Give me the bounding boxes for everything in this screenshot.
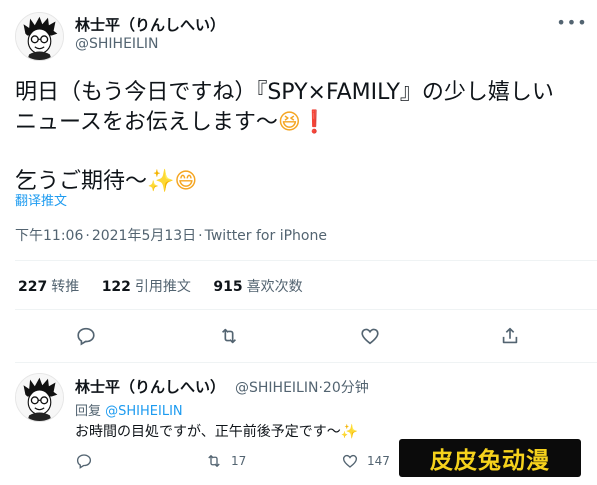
translate-tweet-link[interactable]: 翻译推文 [15, 190, 67, 209]
author-display-name[interactable]: 林士平（りんしへい） [75, 14, 225, 35]
reply-icon [77, 327, 95, 346]
reply-mention-link[interactable]: @SHIHEILIN [105, 404, 183, 419]
tweet-date[interactable]: 2021年5月13日 [92, 228, 196, 244]
like-icon [342, 454, 358, 468]
reply-author-display-name[interactable]: 林士平（りんしへい） [75, 376, 225, 397]
sparkles-emoji-icon: ✨ [147, 169, 175, 194]
smiling-face-emoji-icon: 😄 [174, 169, 198, 194]
tweet-line-1: 明日（もう今日ですね）『SPY×FAMILY』の少し嬉しい [15, 80, 554, 105]
sparkles-emoji-icon: ✨ [340, 424, 359, 440]
tweet-source[interactable]: Twitter for iPhone [205, 228, 327, 244]
red-exclamation-emoji-icon: ❗ [300, 110, 329, 135]
retweet-button[interactable] [218, 325, 240, 347]
divider [15, 309, 597, 310]
reply-like-button[interactable]: 147 [341, 452, 390, 470]
watermark-text: 皮皮兔动漫 [430, 447, 550, 474]
tweet-text: 明日（もう今日ですね）『SPY×FAMILY』の少し嬉しい ニュースをお伝えしま… [15, 78, 554, 197]
reply-reply-button[interactable] [75, 452, 101, 470]
tweet-line-2: ニュースをお伝えします〜😆❗ [15, 110, 329, 135]
reply-text: お時間の目処ですが、正午前後予定です〜✨ [75, 424, 359, 440]
reply-like-count: 147 [367, 454, 390, 468]
retweet-icon [208, 455, 220, 467]
more-options-button[interactable]: ••• [556, 10, 586, 34]
divider [15, 362, 597, 363]
divider [15, 260, 597, 261]
reply-icon [76, 454, 92, 469]
more-dots-icon: ••• [556, 12, 588, 32]
watermark-logo: 皮皮兔动漫 [399, 439, 581, 477]
like-count-stat[interactable]: 915 喜欢次数 [213, 276, 302, 296]
avatar-illustration-icon [16, 374, 63, 421]
reply-author-handle[interactable]: @SHIHEILIN [235, 380, 318, 396]
reply-retweet-button[interactable]: 17 [205, 452, 246, 470]
like-button[interactable] [359, 325, 381, 347]
avatar[interactable] [15, 12, 64, 61]
tweet-line-3: 乞うご期待〜✨😄 [15, 169, 198, 194]
laughing-face-emoji-icon: 😆 [277, 110, 301, 135]
retweet-icon [221, 328, 237, 344]
like-icon [361, 328, 379, 345]
tweet-meta: 下午11:06 · 2021年5月13日 · Twitter for iPhone [15, 228, 327, 244]
author-handle[interactable]: @SHIHEILIN [75, 36, 158, 52]
avatar-illustration-icon [16, 13, 63, 60]
retweet-count-stat[interactable]: 227 转推 [18, 276, 79, 296]
reply-retweet-count: 17 [231, 454, 247, 468]
reply-time[interactable]: 20分钟 [323, 380, 369, 396]
reply-button[interactable] [75, 325, 97, 347]
reply-avatar[interactable] [15, 373, 64, 422]
quote-count-stat[interactable]: 122 引用推文 [102, 276, 191, 296]
share-button[interactable] [499, 325, 521, 347]
share-icon [502, 327, 518, 344]
reply-author-meta: @SHIHEILIN·20分钟 [235, 380, 369, 396]
tweet-time[interactable]: 下午11:06 [15, 228, 83, 244]
replying-to: 回复 @SHIHEILIN [75, 404, 183, 419]
tweet-stats: 227 转推 122 引用推文 915 喜欢次数 [18, 276, 321, 296]
